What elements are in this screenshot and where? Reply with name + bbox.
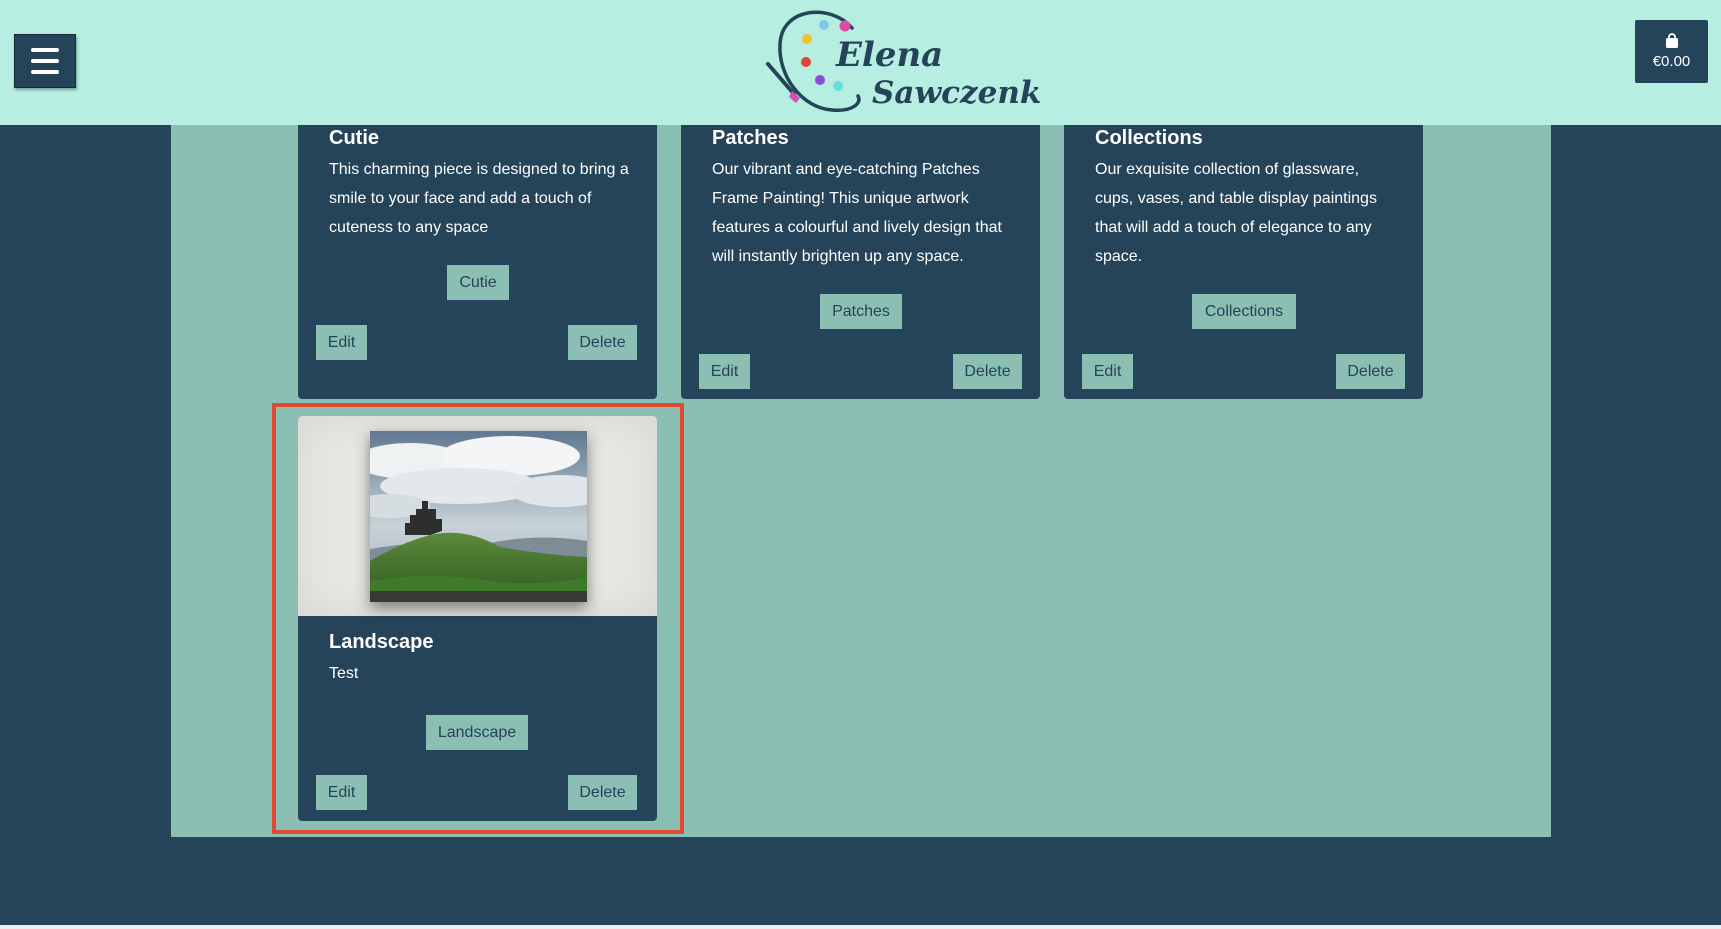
delete-button[interactable]: Delete (1336, 354, 1405, 389)
category-button[interactable]: Patches (820, 294, 902, 329)
site-header: Elena Sawczenko €0.00 (0, 0, 1721, 125)
delete-button[interactable]: Delete (568, 325, 637, 360)
edit-button[interactable]: Edit (316, 325, 367, 360)
product-card: Patches Our vibrant and eye-catching Pat… (681, 125, 1040, 399)
edit-button[interactable]: Edit (316, 775, 367, 810)
card-title: Collections (1095, 127, 1203, 149)
card-title: Landscape (329, 631, 434, 653)
castle-landscape-painting[interactable] (370, 431, 587, 602)
edit-button[interactable]: Edit (1082, 354, 1133, 389)
category-button[interactable]: Cutie (447, 265, 509, 300)
product-card: Collections Our exquisite collection of … (1064, 125, 1423, 399)
product-image-area[interactable] (298, 416, 657, 616)
card-description: Our exquisite collection of glassware, c… (1095, 161, 1377, 265)
card-description: Test (329, 665, 359, 682)
product-card: Cutie This charming piece is designed to… (298, 125, 657, 399)
card-description: This charming piece is designed to bring… (329, 161, 629, 236)
cart-total: €0.00 (1652, 53, 1691, 70)
shopping-bag-icon (1665, 33, 1678, 48)
category-button[interactable]: Landscape (426, 715, 528, 750)
card-title: Patches (712, 127, 789, 149)
category-button[interactable]: Collections (1192, 294, 1296, 329)
logo-line2: Sawczenko (872, 75, 1042, 111)
logo-line1: Elena (835, 35, 943, 75)
card-description: Our vibrant and eye-catching Patches Fra… (712, 161, 1002, 265)
delete-button[interactable]: Delete (953, 354, 1022, 389)
edit-button[interactable]: Edit (699, 354, 750, 389)
products-panel: Cutie This charming piece is designed to… (171, 125, 1551, 837)
page-bottom-edge (0, 925, 1721, 929)
product-card: Landscape Test Landscape Edit Delete (298, 416, 657, 821)
menu-button[interactable] (14, 34, 76, 88)
cart-button[interactable]: €0.00 (1635, 20, 1708, 83)
delete-button[interactable]: Delete (568, 775, 637, 810)
hamburger-icon (31, 48, 59, 52)
site-logo[interactable]: Elena Sawczenko (762, 6, 1042, 116)
card-title: Cutie (329, 127, 379, 149)
